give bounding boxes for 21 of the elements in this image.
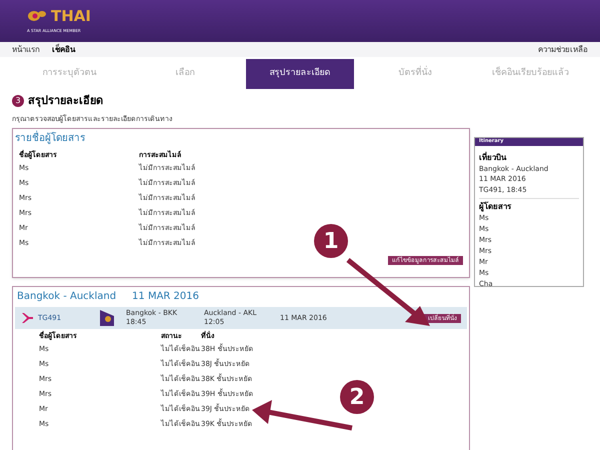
flight-heading: เที่ยวบิน bbox=[479, 152, 508, 164]
step-label: เลือก bbox=[175, 66, 194, 80]
nav-link[interactable]: หน้าแรก bbox=[12, 44, 40, 56]
step-label: เช็คอินเรียบร้อยแล้ว bbox=[492, 66, 569, 80]
plane-icon bbox=[21, 312, 34, 324]
nav-link[interactable]: เช็คอิน bbox=[52, 44, 75, 56]
step-label: สรุปรายละเอียด bbox=[246, 59, 354, 89]
step-number-badge: 3 bbox=[12, 95, 24, 108]
route-date: 11 MAR 2016 bbox=[132, 290, 199, 304]
step-label: บัตรที่นั่ง bbox=[398, 59, 432, 89]
route-title: Bangkok - Auckland bbox=[17, 290, 116, 304]
logo-text: THAI bbox=[51, 8, 91, 24]
panel-title: รายชื่อผู้โดยสาร bbox=[15, 131, 467, 146]
step-label: การระบุตัวตน bbox=[42, 67, 97, 80]
orchid-logo-icon bbox=[27, 9, 47, 23]
callout-number: 2 bbox=[340, 380, 374, 414]
page-title: สรุปรายละเอียด bbox=[28, 93, 103, 110]
help-link[interactable]: ความช่วยเหลือ bbox=[538, 44, 588, 56]
passengers-heading: ผู้โดยสาร bbox=[479, 201, 512, 213]
callout-number: 1 bbox=[314, 224, 348, 258]
tail-logo-icon bbox=[100, 310, 114, 326]
